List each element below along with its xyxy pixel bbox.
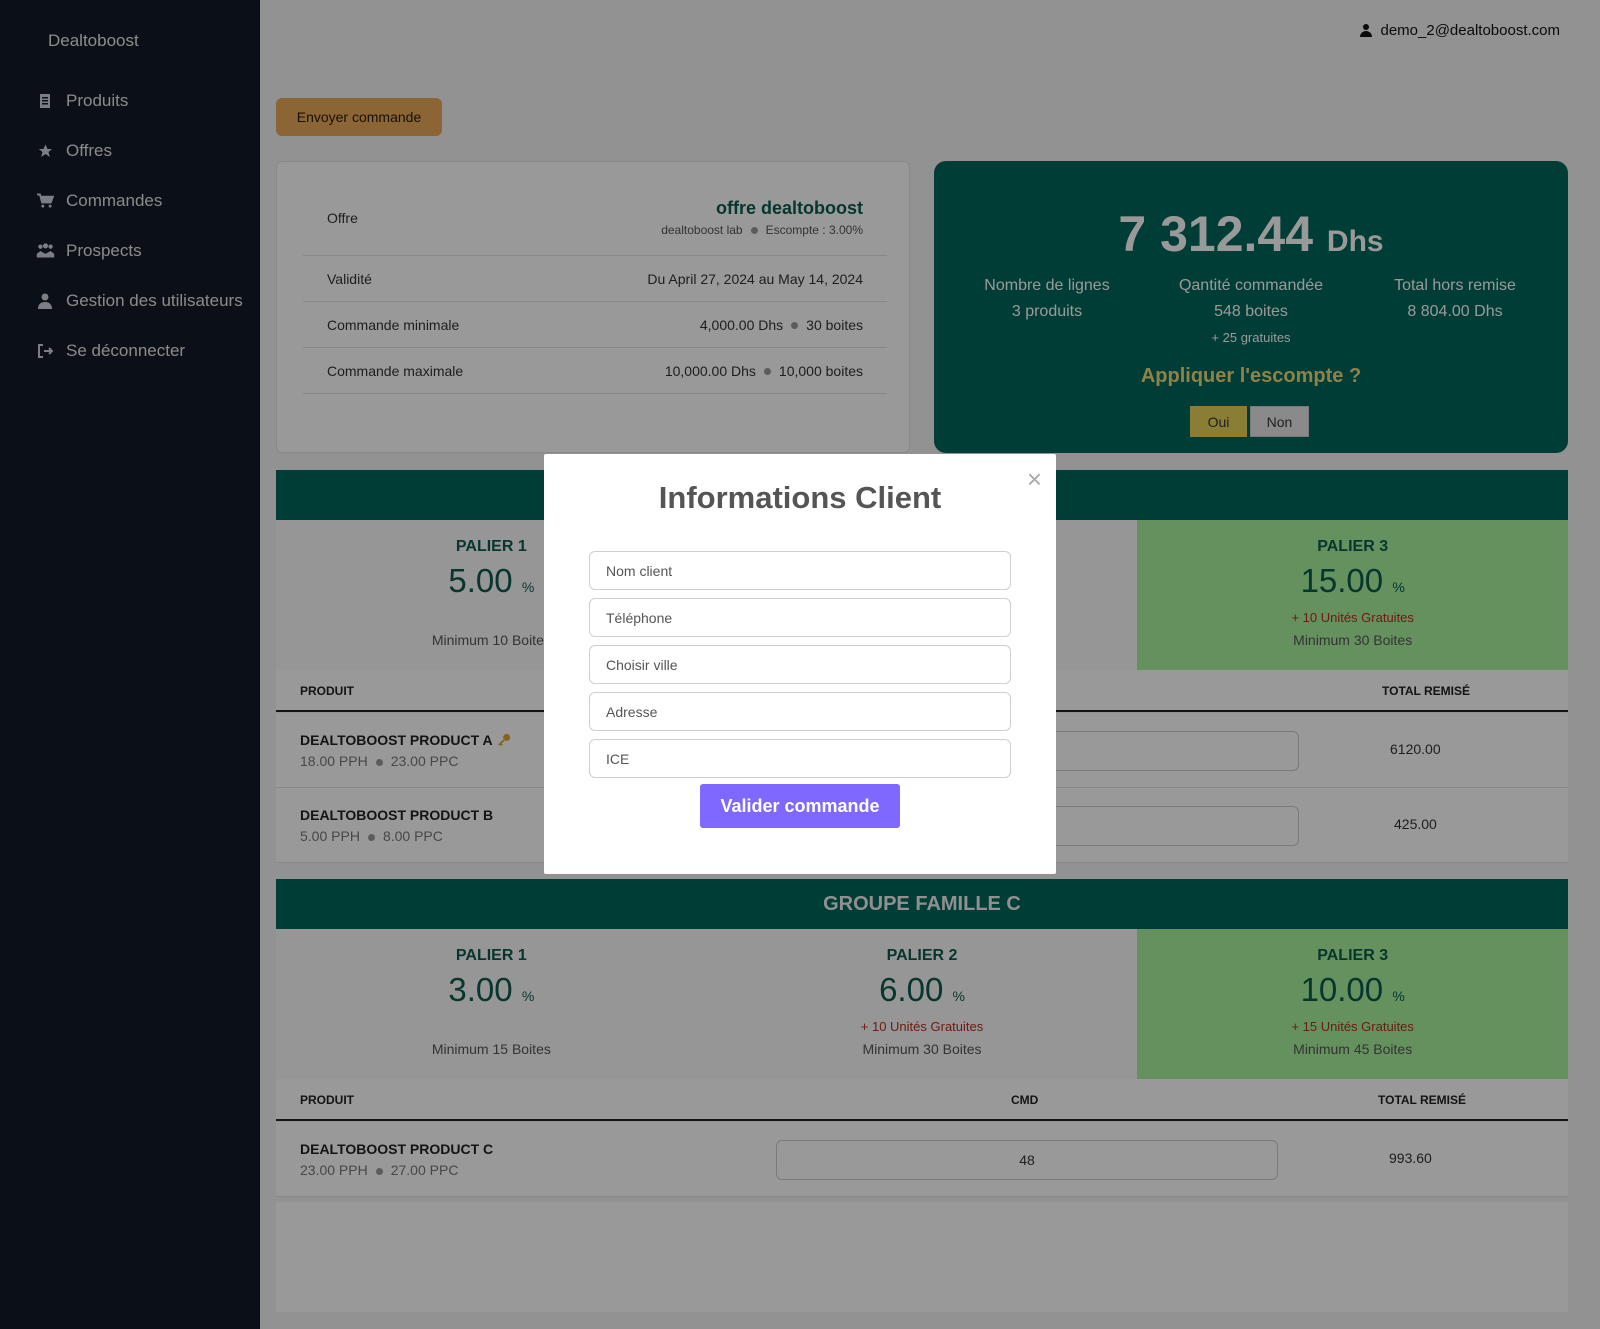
validate-order-button[interactable]: Valider commande <box>700 784 900 828</box>
client-name-input[interactable] <box>589 551 1011 590</box>
address-input[interactable] <box>589 692 1011 731</box>
modal-title: Informations Client <box>658 480 942 515</box>
city-select[interactable] <box>589 645 1011 684</box>
phone-input[interactable] <box>589 598 1011 637</box>
client-info-modal: × Informations Client Valider commande <box>544 454 1056 874</box>
ice-input[interactable] <box>589 739 1011 778</box>
